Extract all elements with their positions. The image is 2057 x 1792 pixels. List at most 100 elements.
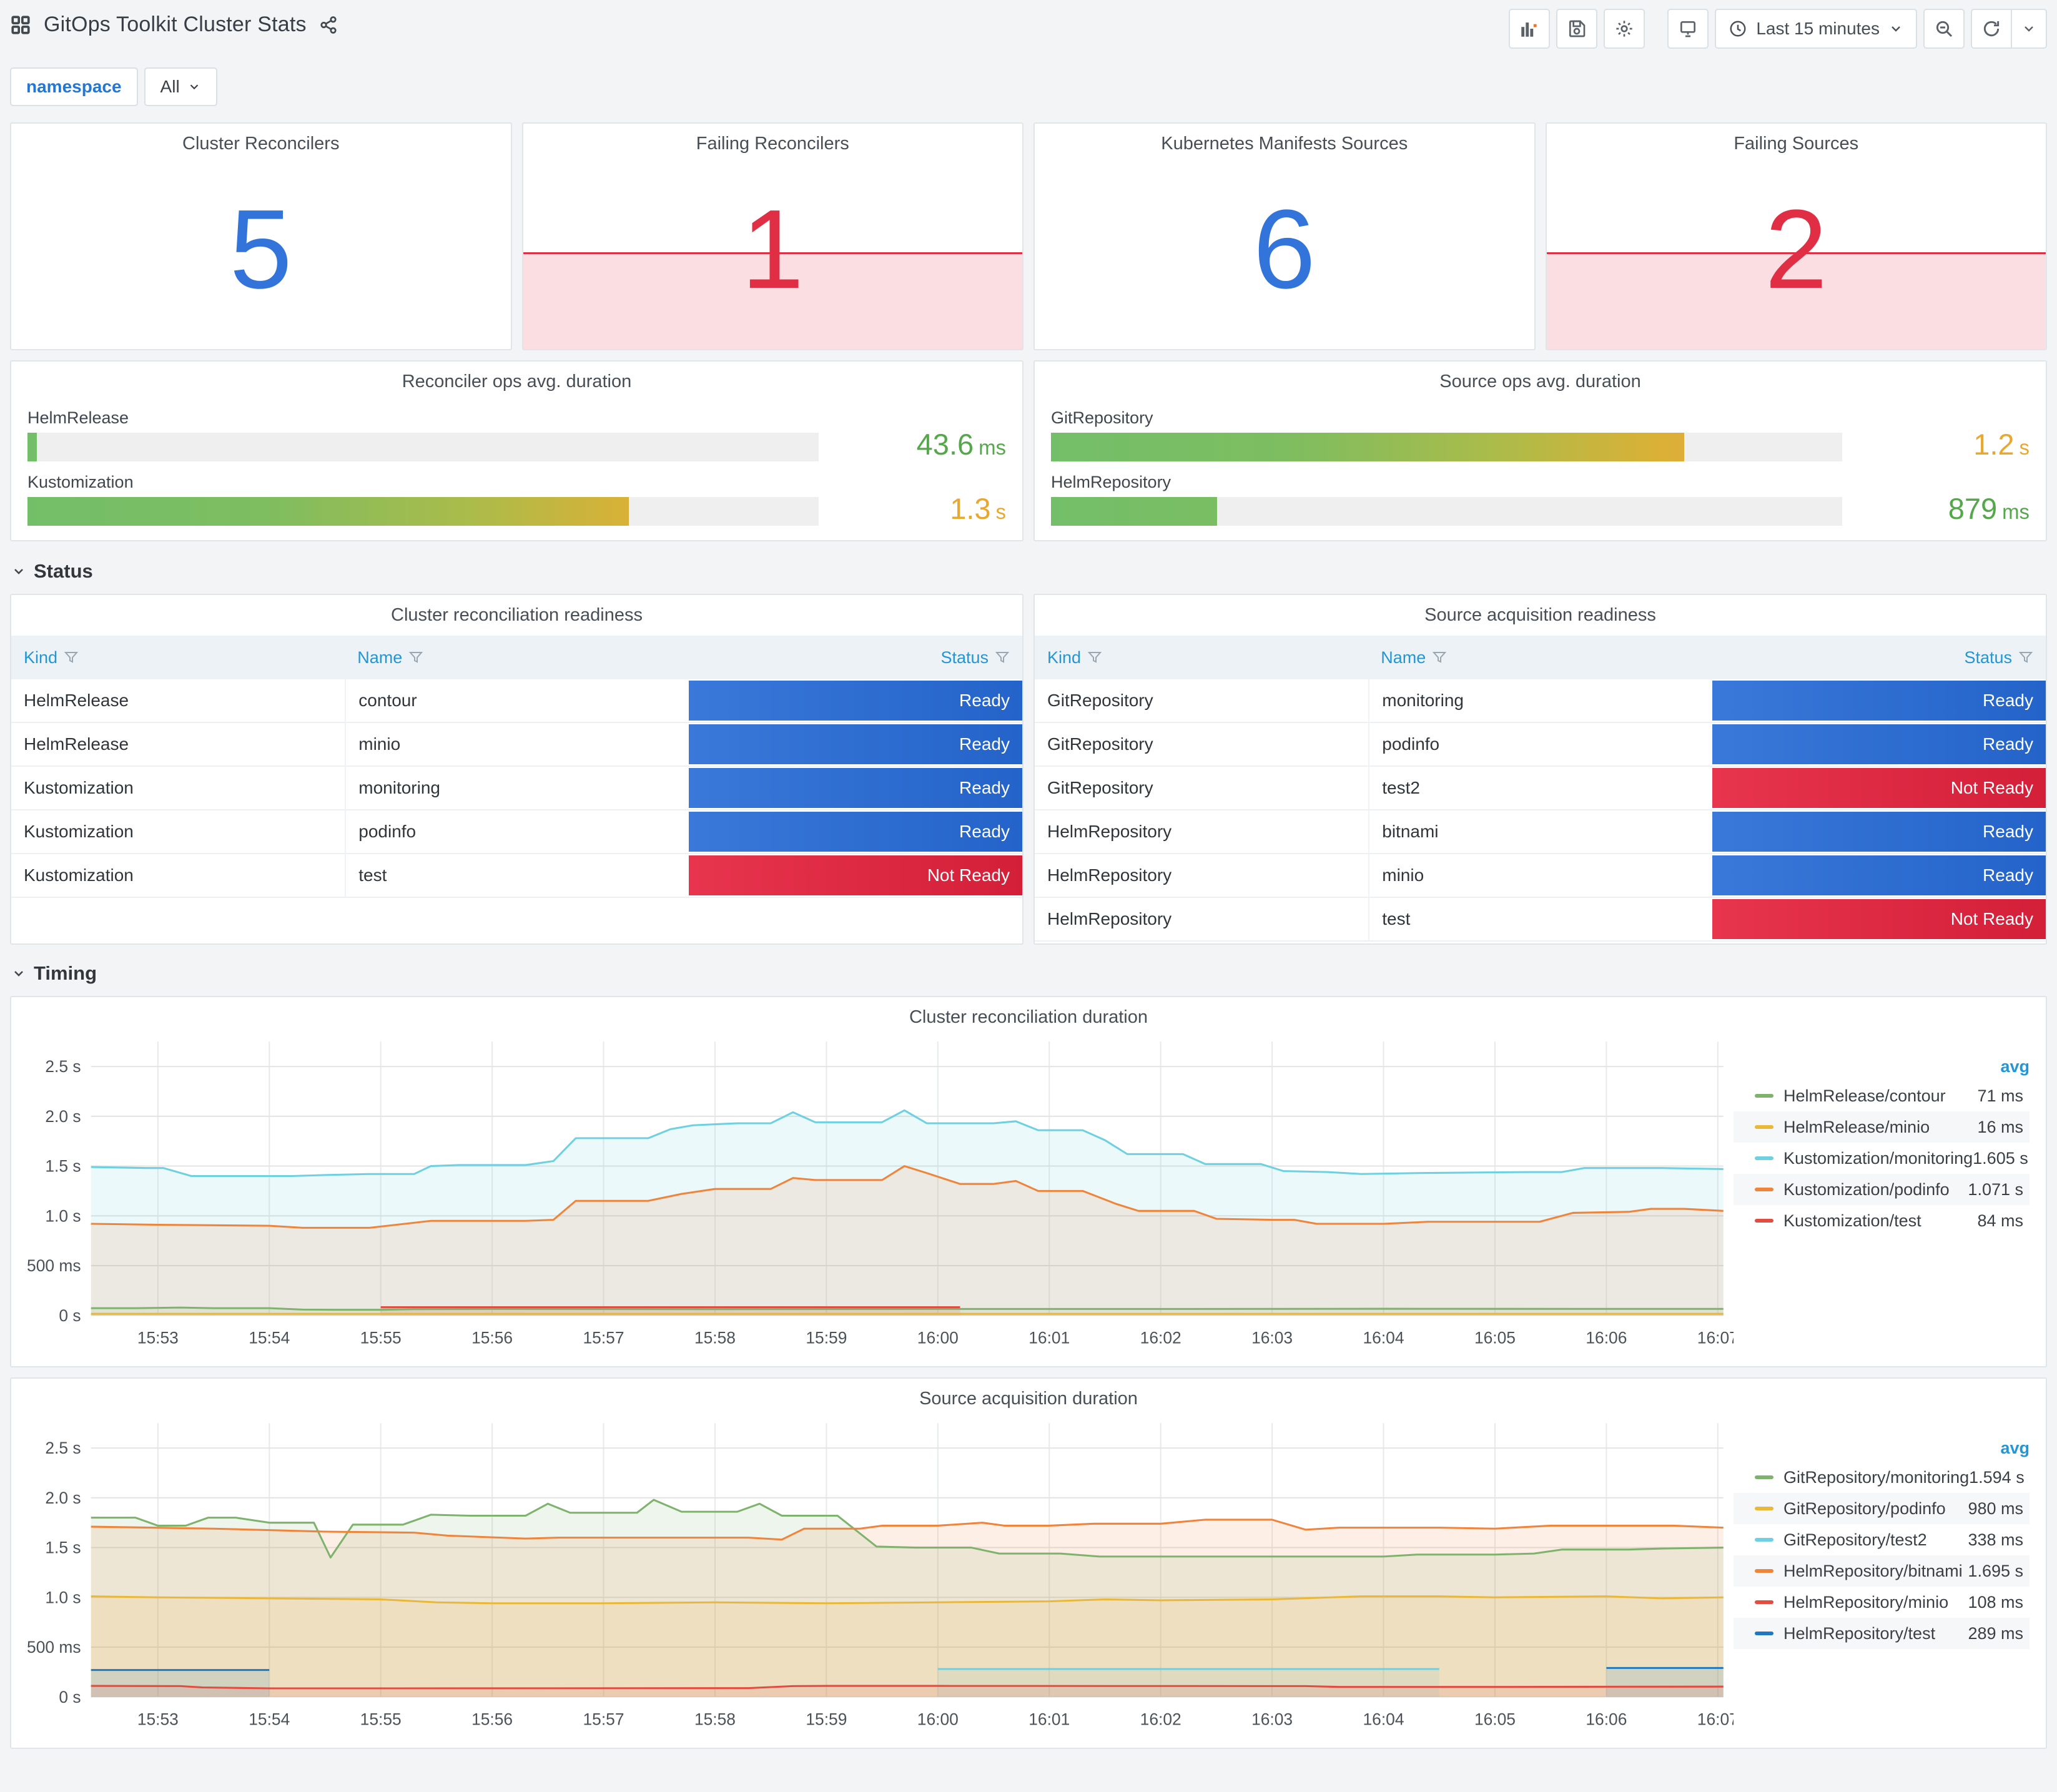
legend-item: Kustomization/test 84 ms [1734,1205,2030,1236]
variable-namespace-value-dropdown[interactable]: All [144,67,217,106]
legend-item: GitRepository/monitoring 1.594 s [1734,1462,2030,1493]
svg-text:0 s: 0 s [59,1306,81,1325]
table-header-row: Kind Name Status [11,636,1022,679]
table-row: Kustomization test Not Ready [11,854,1022,898]
timeseries-panel: Cluster reconciliation duration 0 s 500 ms… [10,996,2047,1367]
time-range-picker[interactable]: Last 15 minutes [1715,9,1917,49]
cell-kind: HelmRelease [24,734,129,754]
column-header-status[interactable]: Status [1712,636,2046,679]
svg-text:15:59: 15:59 [806,1710,847,1728]
stat-panel-title[interactable]: Failing Sources [1547,124,2046,154]
legend-series-name[interactable]: GitRepository/podinfo [1783,1499,1968,1519]
gauge-panel-title[interactable]: Reconciler ops avg. duration [11,362,1022,392]
legend-series-avg: 84 ms [1977,1211,2023,1230]
variable-namespace-label[interactable]: namespace [10,67,138,106]
save-dashboard-button[interactable] [1556,9,1598,49]
table-header-row: Kind Name Status [1035,636,2046,679]
legend-series-name[interactable]: HelmRepository/test [1783,1624,1968,1643]
settings-button[interactable] [1604,9,1645,49]
legend-series-avg: 980 ms [1968,1499,2023,1518]
chart-plot-area[interactable]: 0 s 500 ms 1.0 s 1.5 s 2.0 s 2.5 s 15:53 15:54 1… [11,1409,1739,1738]
column-header-name[interactable]: Name [1368,636,1712,679]
legend-series-name[interactable]: HelmRelease/minio [1783,1118,1977,1137]
svg-text:16:00: 16:00 [917,1710,959,1728]
gauge-panel: Source ops avg. duration GitRepository 1.2… [1033,360,2047,541]
legend-series-swatch [1755,1219,1773,1223]
gauge-track [1051,433,1842,461]
chevron-down-icon [1892,26,1900,32]
refresh-interval-dropdown[interactable] [2012,9,2047,49]
legend-avg-header[interactable]: avg [1734,1053,2030,1080]
legend-series-swatch [1755,1632,1773,1635]
table-row: HelmRepository bitnami Ready [1035,810,2046,854]
stat-panel-title[interactable]: Kubernetes Manifests Sources [1035,124,1534,154]
filter-icon [1433,652,1447,663]
legend-item: HelmRelease/contour 71 ms [1734,1080,2030,1111]
legend-series-name[interactable]: GitRepository/test2 [1783,1530,1968,1550]
add-panel-button[interactable] [1509,9,1551,49]
share-icon[interactable] [319,16,338,34]
svg-text:15:53: 15:53 [137,1328,179,1347]
cell-name: minio [345,723,688,766]
chart-title[interactable]: Source acquisition duration [11,1379,2046,1409]
svg-text:1.0 s: 1.0 s [45,1588,81,1607]
svg-text:16:02: 16:02 [1140,1328,1181,1347]
stat-panel-title[interactable]: Failing Reconcilers [523,124,1023,154]
legend-series-name[interactable]: HelmRepository/bitnami [1783,1562,1968,1581]
legend-avg-header[interactable]: avg [1734,1434,2030,1462]
svg-text:2.0 s: 2.0 s [45,1107,81,1126]
legend-item: HelmRepository/bitnami 1.695 s [1734,1555,2030,1587]
legend-series-avg: 1.071 s [1968,1179,2023,1199]
status-badge: Ready [1712,681,2046,721]
legend-series-avg: 338 ms [1968,1530,2023,1549]
legend-series-name[interactable]: Kustomization/monitoring [1783,1149,1973,1168]
legend-series-name[interactable]: GitRepository/monitoring [1783,1468,1969,1487]
column-header-name[interactable]: Name [345,636,688,679]
legend-series-swatch [1755,1507,1773,1510]
cell-name: monitoring [345,767,688,809]
filter-icon [2018,652,2033,663]
toolbar: Last 15 minutes [1509,9,2047,49]
svg-text:16:03: 16:03 [1251,1710,1293,1728]
section-status[interactable]: Status [11,560,2047,583]
legend-series-avg: 1.594 s [1969,1467,2025,1487]
legend-item: GitRepository/test2 338 ms [1734,1524,2030,1555]
gauge-track [27,497,819,526]
refresh-button[interactable] [1971,9,2012,49]
zoom-out-button[interactable] [1923,9,1965,49]
status-badge: Ready [688,768,1022,808]
legend-series-name[interactable]: Kustomization/podinfo [1783,1180,1968,1199]
time-range-label: Last 15 minutes [1756,19,1880,38]
table-panel-title[interactable]: Source acquisition readiness [1035,595,2046,626]
apps-grid-icon[interactable] [10,14,31,36]
tv-mode-button[interactable] [1667,9,1709,49]
legend-series-name[interactable]: HelmRepository/minio [1783,1593,1968,1612]
stat-panel: Failing Reconcilers 1 [521,122,1024,350]
legend-series-avg: 1.695 s [1968,1561,2023,1580]
legend-series-avg: 16 ms [1977,1117,2023,1136]
section-timing[interactable]: Timing [11,962,2047,985]
stat-panel-title[interactable]: Cluster Reconcilers [11,124,511,154]
svg-text:1.5 s: 1.5 s [45,1157,81,1176]
table-panel-title[interactable]: Cluster reconciliation readiness [11,595,1022,626]
gauge-value: 1.2 s [1973,428,2030,461]
chart-plot-area[interactable]: 0 s 500 ms 1.0 s 1.5 s 2.0 s 2.5 s 15:53 15:54 1… [11,1028,1739,1357]
column-header-kind[interactable]: Kind [11,636,345,679]
column-header-status[interactable]: Status [689,636,1022,679]
chart-svg[interactable]: 0 s 500 ms 1.0 s 1.5 s 2.0 s 2.5 s 15:53 15:54 1… [16,1030,1739,1354]
svg-text:16:07: 16:07 [1697,1328,1734,1347]
column-header-kind[interactable]: Kind [1035,636,1368,679]
chart-title[interactable]: Cluster reconciliation duration [11,997,2046,1028]
table-row: GitRepository podinfo Ready [1035,723,2046,767]
legend-series-name[interactable]: HelmRelease/contour [1783,1086,1977,1106]
chart-svg[interactable]: 0 s 500 ms 1.0 s 1.5 s 2.0 s 2.5 s 15:53 15:54 1… [16,1412,1739,1735]
gauge-panel-title[interactable]: Source ops avg. duration [1035,362,2046,392]
svg-text:16:05: 16:05 [1474,1710,1516,1728]
table: Kind Name Status GitRepository monitoring Rea… [1035,636,2046,942]
svg-text:0 s: 0 s [59,1688,81,1706]
table-row: Kustomization podinfo Ready [11,810,1022,854]
svg-text:2.5 s: 2.5 s [45,1439,81,1457]
legend-series-name[interactable]: Kustomization/test [1783,1211,1977,1231]
svg-text:16:04: 16:04 [1363,1710,1404,1728]
gauge-label: GitRepository [1051,408,1153,427]
